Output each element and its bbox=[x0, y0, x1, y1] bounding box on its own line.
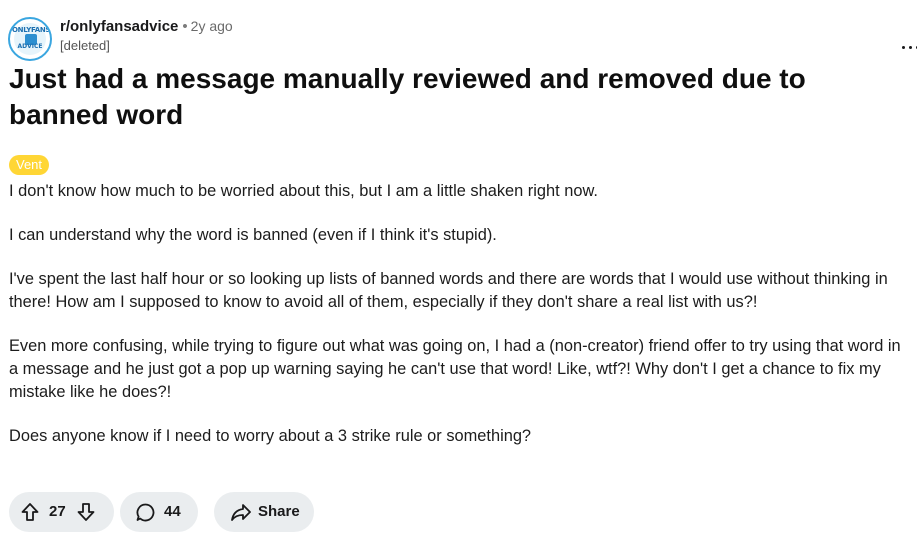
share-button[interactable]: Share bbox=[214, 492, 314, 532]
avatar-text-top: ONLYFANS bbox=[12, 26, 51, 34]
more-options-icon[interactable] bbox=[902, 41, 917, 53]
share-icon bbox=[231, 504, 251, 521]
subreddit-avatar[interactable]: ONLYFANS ADVICE bbox=[8, 17, 52, 61]
upvote-icon[interactable] bbox=[20, 502, 40, 522]
author-name: [deleted] bbox=[60, 38, 110, 53]
post-header: ONLYFANS ADVICE r/onlyfansadvice • 2y ago … bbox=[8, 15, 917, 61]
post-title: Just had a message manually reviewed and… bbox=[9, 63, 806, 130]
avatar-text-bottom: ADVICE bbox=[17, 43, 43, 50]
post-age: 2y ago bbox=[190, 18, 233, 34]
downvote-icon[interactable] bbox=[76, 502, 96, 522]
subreddit-name[interactable]: r/onlyfansadvice bbox=[60, 18, 178, 35]
vote-bar: 27 bbox=[9, 492, 114, 532]
subreddit-line: r/onlyfansadvice • 2y ago bbox=[60, 18, 233, 35]
comments-button[interactable]: 44 bbox=[120, 492, 198, 532]
post-body: I don't know how much to be worried abou… bbox=[9, 180, 914, 469]
separator-dot: • bbox=[182, 18, 188, 35]
body-paragraph: Even more confusing, while trying to fig… bbox=[9, 337, 901, 401]
body-paragraph: I don't know how much to be worried abou… bbox=[9, 182, 598, 200]
body-paragraph: I've spent the last half hour or so look… bbox=[9, 270, 888, 311]
comment-count: 44 bbox=[164, 503, 181, 520]
body-paragraph: I can understand why the word is banned … bbox=[9, 226, 497, 244]
upvote-count: 27 bbox=[49, 503, 66, 520]
post-flair[interactable]: Vent bbox=[9, 155, 50, 175]
share-label: Share bbox=[258, 503, 300, 520]
body-paragraph: Does anyone know if I need to worry abou… bbox=[9, 427, 532, 445]
comment-icon bbox=[136, 503, 155, 522]
